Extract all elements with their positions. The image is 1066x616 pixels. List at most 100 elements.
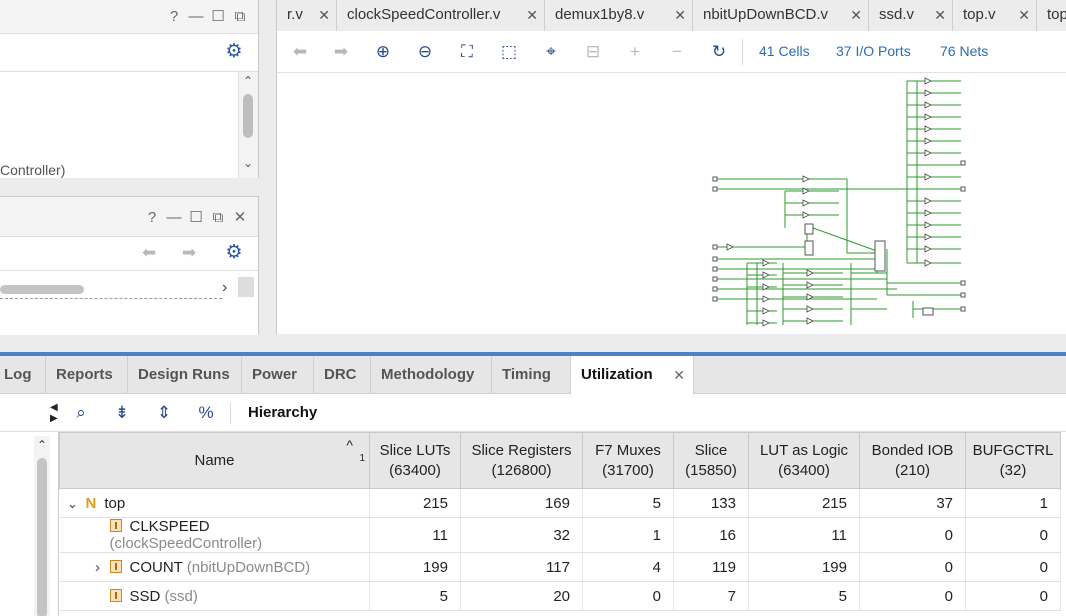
table-row[interactable]: CLKSPEED (clockSpeedController) 11 32 1 … xyxy=(59,517,1061,553)
report-tree: ⌃ xyxy=(0,432,59,616)
table-row[interactable]: ⌄ Ntop 215 169 5 133 215 37 1 xyxy=(59,488,1061,518)
divider xyxy=(0,298,222,299)
io-ports-count-link[interactable]: 37 I/O Ports xyxy=(836,43,911,59)
chevron-right-icon[interactable]: › xyxy=(86,559,110,576)
close-icon[interactable]: ✕ xyxy=(674,0,686,30)
float-icon[interactable]: ⧉ xyxy=(210,210,226,226)
cell-icon[interactable]: ⊟ xyxy=(582,41,604,63)
chevron-down-icon[interactable]: ⌄ xyxy=(60,496,86,512)
forward-arrow-icon[interactable]: ➡ xyxy=(330,41,352,63)
tree-item[interactable]: Controller) xyxy=(0,162,65,178)
column-header-bufgctrl[interactable]: BUFGCTRL (32) xyxy=(965,432,1061,489)
name-cell[interactable]: › COUNT (nbitUpDownBCD) xyxy=(59,552,370,582)
file-tab[interactable]: nbitUpDownBCD.v ✕ xyxy=(693,0,869,31)
sources-panel: ? — ☐ ⧉ ⚙ Controller) ⌃ ⌄ xyxy=(0,0,259,178)
tab-drc[interactable]: DRC xyxy=(314,356,371,394)
expand-all-icon[interactable]: ⇕ xyxy=(153,402,175,424)
column-header-name[interactable]: Name ^ 1 xyxy=(59,432,370,489)
vertical-scrollbar[interactable]: ⌃ xyxy=(34,436,50,616)
close-icon[interactable]: ✕ xyxy=(232,210,248,226)
collapse-icon[interactable]: − xyxy=(666,41,688,63)
scrollbar-thumb[interactable] xyxy=(243,94,253,138)
scroll-up-icon[interactable]: ⌃ xyxy=(37,438,47,452)
table-row[interactable]: › COUNT (nbitUpDownBCD) 199 117 4 119 199… xyxy=(59,552,1061,582)
file-tab[interactable]: top.v ✕ xyxy=(953,0,1037,31)
tab-timing[interactable]: Timing xyxy=(492,356,571,394)
value-cell: 32 xyxy=(460,517,583,553)
horizontal-scrollbar-thumb[interactable] xyxy=(0,285,84,294)
close-icon[interactable]: ✕ xyxy=(318,0,330,30)
tab-reports[interactable]: Reports xyxy=(46,356,128,394)
crosshair-icon[interactable]: ⌖ xyxy=(540,41,562,63)
back-arrow-icon[interactable]: ⬅ xyxy=(142,243,156,263)
value-cell: 199 xyxy=(748,552,860,582)
nets-count-link[interactable]: 76 Nets xyxy=(940,43,988,59)
value-cell: 117 xyxy=(460,552,583,582)
zoom-area-icon[interactable]: ⬚ xyxy=(498,41,520,63)
close-icon[interactable]: ✕ xyxy=(934,0,946,30)
close-icon[interactable]: ✕ xyxy=(526,0,538,30)
name-cell[interactable]: CLKSPEED (clockSpeedController) xyxy=(59,517,370,553)
file-tab[interactable]: demux1by8.v ✕ xyxy=(545,0,693,31)
tab-utilization[interactable]: Utilization ✕ xyxy=(571,356,694,394)
minimize-icon[interactable]: — xyxy=(166,210,182,226)
scrollbar-thumb[interactable] xyxy=(37,458,47,616)
maximize-icon[interactable]: ☐ xyxy=(188,210,204,226)
tab-label: r.v xyxy=(287,6,303,23)
tab-label: demux1by8.v xyxy=(555,6,645,23)
expand-icon[interactable]: + xyxy=(624,41,646,63)
file-tab[interactable]: r.v ✕ xyxy=(277,0,337,31)
column-header-f7-muxes[interactable]: F7 Muxes (31700) xyxy=(582,432,674,489)
name-cell[interactable]: ⌄ Ntop xyxy=(59,488,370,518)
tab-design-runs[interactable]: Design Runs xyxy=(128,356,242,394)
percent-icon[interactable]: % xyxy=(195,402,217,424)
back-arrow-icon[interactable]: ⬅ xyxy=(289,41,311,63)
search-icon[interactable]: ⌕ xyxy=(70,402,92,424)
header-capacity: (31700) xyxy=(602,461,654,479)
separator xyxy=(230,402,231,424)
column-header-bonded-iob[interactable]: Bonded IOB (210) xyxy=(859,432,966,489)
tab-log[interactable]: Log xyxy=(0,356,46,394)
file-tab[interactable]: ssd.v ✕ xyxy=(869,0,953,31)
column-header-slice[interactable]: Slice (15850) xyxy=(673,432,749,489)
table-row[interactable]: SSD (ssd) 5 20 0 7 5 0 0 xyxy=(59,581,1061,611)
maximize-icon[interactable]: ☐ xyxy=(210,9,226,25)
scroll-up-icon[interactable]: ⌃ xyxy=(243,74,253,88)
header-label: F7 Muxes xyxy=(595,441,661,459)
tab-label: ssd.v xyxy=(879,6,915,23)
help-icon[interactable]: ? xyxy=(144,210,160,226)
collapse-panel-icon[interactable]: ◀ ▶ xyxy=(50,402,58,424)
zoom-in-icon[interactable]: ⊕ xyxy=(372,41,394,63)
column-header-lut-as-logic[interactable]: LUT as Logic (63400) xyxy=(748,432,860,489)
chevron-right-icon[interactable]: › xyxy=(222,279,227,297)
gear-icon[interactable]: ⚙ xyxy=(224,42,244,62)
value-cell: 37 xyxy=(859,488,966,518)
zoom-out-icon[interactable]: ⊖ xyxy=(414,41,436,63)
close-icon[interactable]: ✕ xyxy=(1018,0,1030,30)
help-icon[interactable]: ? xyxy=(166,9,182,25)
file-tab[interactable]: clockSpeedController.v ✕ xyxy=(337,0,545,31)
close-icon[interactable]: ✕ xyxy=(850,0,862,30)
vertical-scrollbar[interactable]: ⌃ ⌄ xyxy=(238,72,258,178)
forward-arrow-icon[interactable]: ➡ xyxy=(182,243,196,263)
cells-count-link[interactable]: 41 Cells xyxy=(759,43,810,59)
close-icon[interactable]: ✕ xyxy=(673,356,685,394)
value-cell: 0 xyxy=(859,581,966,611)
gear-icon[interactable]: ⚙ xyxy=(224,243,244,263)
refresh-icon[interactable]: ↻ xyxy=(708,41,730,63)
hierarchy-label[interactable]: Hierarchy xyxy=(248,404,317,421)
minimize-icon[interactable]: — xyxy=(188,9,204,25)
name-cell[interactable]: SSD (ssd) xyxy=(59,581,370,611)
panel-toolbar: ⚙ xyxy=(0,34,258,72)
column-header-slice-registers[interactable]: Slice Registers (126800) xyxy=(460,432,583,489)
zoom-fit-icon[interactable]: ⛶ xyxy=(456,41,478,63)
scroll-down-icon[interactable]: ⌄ xyxy=(243,156,253,170)
float-icon[interactable]: ⧉ xyxy=(232,9,248,25)
column-header-slice-luts[interactable]: Slice LUTs (63400) xyxy=(369,432,461,489)
utilization-grid: Name ^ 1 Slice LUTs (63400) Slice Registe… xyxy=(59,432,1061,611)
tab-power[interactable]: Power xyxy=(242,356,314,394)
collapse-all-icon[interactable]: ⇟ xyxy=(111,402,133,424)
tab-methodology[interactable]: Methodology xyxy=(371,356,492,394)
schematic-canvas[interactable] xyxy=(277,73,1066,334)
file-tab[interactable]: top xyxy=(1037,0,1066,31)
